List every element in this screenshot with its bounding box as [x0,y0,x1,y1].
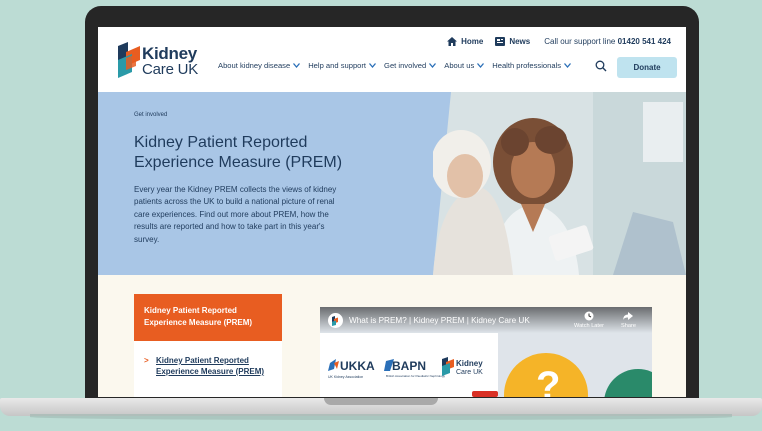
laptop-notch [324,398,438,405]
main-nav: About kidney disease Help and support Ge… [218,61,579,70]
ukka-logo-text: UKKA [340,359,375,373]
hero-description: Every year the Kidney PREM collects the … [134,185,337,244]
video-player[interactable]: UKKA UK Kidney Association BAPN British … [320,307,652,397]
sidebar-heading: Kidney Patient Reported Experience Measu… [134,294,282,341]
chevron-down-icon [293,63,301,68]
share-label: Share [621,323,636,329]
site-header: Kidney Care UK Home News Call our suppor… [98,27,686,92]
sidebar-menu: > Kidney Patient Reported Experience Mea… [134,341,282,397]
bapn-logo-subtext: British Association for Paediatric Nephr… [386,374,446,378]
clock-icon [584,311,594,321]
nav-label: About kidney disease [218,61,291,70]
page-title: Kidney Patient Reported Experience Measu… [134,134,343,171]
video-thumbnail-question: ? [498,333,652,397]
bapn-logo-text: BAPN [392,359,426,373]
watch-later-label: Watch Later [574,323,604,329]
nav-item-about-kidney-disease[interactable]: About kidney disease [218,61,301,70]
kcuk-logo-text-1: Kidney [456,359,483,368]
video-thumbnail-logos: UKKA UK Kidney Association BAPN British … [320,333,498,397]
home-icon [447,37,458,46]
kidney-logo-icon [118,42,140,78]
sidebar-item-prem[interactable]: Kidney Patient Reported Experience Measu… [156,355,272,377]
ukka-logo-subtext: UK Kidney Association [328,375,363,379]
kcuk-logo-text-2: Care UK [456,369,483,376]
nav-label: Health professionals [492,61,562,70]
nav-item-help-and-support[interactable]: Help and support [308,61,377,70]
nav-item-about-us[interactable]: About us [444,61,485,70]
nav-label: Get involved [384,61,427,70]
support-line: Call our support line 01420 541 424 [544,37,671,46]
utility-nav: Home News Call our support line 01420 54… [435,37,671,46]
site-logo[interactable]: Kidney Care UK [116,42,206,82]
nav-label: About us [444,61,475,70]
chevron-down-icon [429,63,437,68]
question-mark-icon: ? [536,364,560,397]
support-number[interactable]: 01420 541 424 [618,37,671,46]
watch-later-button[interactable]: Watch Later [574,311,604,329]
search-icon[interactable] [595,60,607,72]
share-button[interactable]: Share [621,311,636,329]
donate-button[interactable]: Donate [617,57,677,78]
logo-text-care-uk: Care UK [142,61,199,78]
channel-avatar[interactable] [328,313,343,328]
share-icon [623,312,634,320]
laptop-shadow [30,414,732,420]
chevron-down-icon [369,63,377,68]
news-icon [495,37,506,46]
home-link[interactable]: Home [447,37,483,46]
hero-banner: Get involved Kidney Patient Reported Exp… [98,92,686,275]
chevron-right-icon: > [144,356,149,365]
nav-item-health-professionals[interactable]: Health professionals [492,61,572,70]
chevron-down-icon [477,63,485,68]
chevron-down-icon [564,63,572,68]
news-link[interactable]: News [495,37,530,46]
hero-photo-nurse-and-patient [433,92,686,275]
breadcrumb-get-involved[interactable]: Get involved [134,112,167,118]
browser-screen: Kidney Care UK Home News Call our suppor… [98,27,686,397]
home-label: Home [461,37,484,46]
video-title[interactable]: What is PREM? | Kidney PREM | Kidney Car… [349,316,530,325]
support-text: Call our support line [544,37,616,46]
nav-label: Help and support [308,61,367,70]
main-content: Kidney Patient Reported Experience Measu… [98,275,686,397]
news-label: News [509,37,531,46]
nav-item-get-involved[interactable]: Get involved [384,61,437,70]
